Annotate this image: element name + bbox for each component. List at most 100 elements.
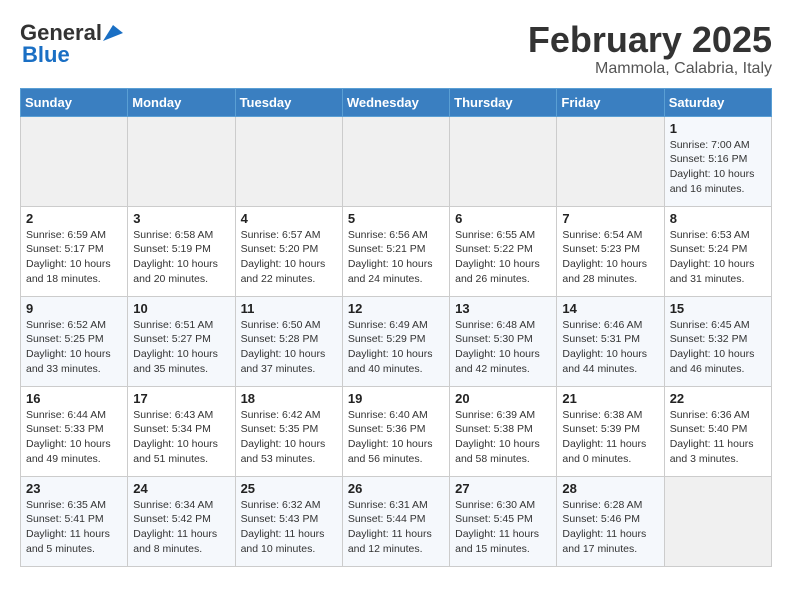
day-info: Sunrise: 6:31 AM Sunset: 5:44 PM Dayligh… — [348, 498, 444, 557]
calendar-cell: 15 Sunrise: 6:45 AM Sunset: 5:32 PM Dayli… — [664, 296, 771, 386]
day-info: Sunrise: 6:48 AM Sunset: 5:30 PM Dayligh… — [455, 318, 551, 377]
day-number: 18 — [241, 391, 337, 406]
calendar-cell: 11Sunrise: 6:50 AM Sunset: 5:28 PM Dayli… — [235, 296, 342, 386]
weekday-header-tuesday: Tuesday — [235, 88, 342, 116]
calendar-cell: 9 Sunrise: 6:52 AM Sunset: 5:25 PM Daylig… — [21, 296, 128, 386]
weekday-header-wednesday: Wednesday — [342, 88, 449, 116]
day-number: 23 — [26, 481, 122, 496]
day-info: Sunrise: 6:30 AM Sunset: 5:45 PM Dayligh… — [455, 498, 551, 557]
day-info: Sunrise: 6:34 AM Sunset: 5:42 PM Dayligh… — [133, 498, 229, 557]
day-number: 2 — [26, 211, 122, 226]
calendar-week-1: 1 Sunrise: 7:00 AM Sunset: 5:16 PM Daylig… — [21, 116, 772, 206]
weekday-header-sunday: Sunday — [21, 88, 128, 116]
day-info: Sunrise: 7:00 AM Sunset: 5:16 PM Dayligh… — [670, 138, 766, 197]
day-info: Sunrise: 6:58 AM Sunset: 5:19 PM Dayligh… — [133, 228, 229, 287]
day-number: 7 — [562, 211, 658, 226]
calendar-cell: 28Sunrise: 6:28 AM Sunset: 5:46 PM Dayli… — [557, 476, 664, 566]
day-number: 9 — [26, 301, 122, 316]
weekday-header-friday: Friday — [557, 88, 664, 116]
calendar-cell: 27 Sunrise: 6:30 AM Sunset: 5:45 PM Dayli… — [450, 476, 557, 566]
location-title: Mammola, Calabria, Italy — [528, 60, 772, 78]
calendar-cell: 5Sunrise: 6:56 AM Sunset: 5:21 PM Daylig… — [342, 206, 449, 296]
day-number: 27 — [455, 481, 551, 496]
calendar-cell: 22 Sunrise: 6:36 AM Sunset: 5:40 PM Dayli… — [664, 386, 771, 476]
calendar-cell — [128, 116, 235, 206]
calendar-cell: 6 Sunrise: 6:55 AM Sunset: 5:22 PM Daylig… — [450, 206, 557, 296]
day-info: Sunrise: 6:42 AM Sunset: 5:35 PM Dayligh… — [241, 408, 337, 467]
day-number: 16 — [26, 391, 122, 406]
title-block: February 2025 Mammola, Calabria, Italy — [528, 20, 772, 78]
day-number: 4 — [241, 211, 337, 226]
logo-blue-text: Blue — [22, 42, 70, 68]
calendar-week-3: 9 Sunrise: 6:52 AM Sunset: 5:25 PM Daylig… — [21, 296, 772, 386]
day-info: Sunrise: 6:57 AM Sunset: 5:20 PM Dayligh… — [241, 228, 337, 287]
day-number: 22 — [670, 391, 766, 406]
calendar-cell: 17 Sunrise: 6:43 AM Sunset: 5:34 PM Dayli… — [128, 386, 235, 476]
day-info: Sunrise: 6:59 AM Sunset: 5:17 PM Dayligh… — [26, 228, 122, 287]
day-info: Sunrise: 6:55 AM Sunset: 5:22 PM Dayligh… — [455, 228, 551, 287]
day-number: 1 — [670, 121, 766, 136]
day-info: Sunrise: 6:43 AM Sunset: 5:34 PM Dayligh… — [133, 408, 229, 467]
day-info: Sunrise: 6:51 AM Sunset: 5:27 PM Dayligh… — [133, 318, 229, 377]
day-info: Sunrise: 6:46 AM Sunset: 5:31 PM Dayligh… — [562, 318, 658, 377]
calendar-cell: 18 Sunrise: 6:42 AM Sunset: 5:35 PM Dayli… — [235, 386, 342, 476]
day-number: 10 — [133, 301, 229, 316]
calendar-week-2: 2 Sunrise: 6:59 AM Sunset: 5:17 PM Daylig… — [21, 206, 772, 296]
day-number: 20 — [455, 391, 551, 406]
weekday-header-monday: Monday — [128, 88, 235, 116]
day-info: Sunrise: 6:32 AM Sunset: 5:43 PM Dayligh… — [241, 498, 337, 557]
day-number: 21 — [562, 391, 658, 406]
day-info: Sunrise: 6:50 AM Sunset: 5:28 PM Dayligh… — [241, 318, 337, 377]
calendar-table: SundayMondayTuesdayWednesdayThursdayFrid… — [20, 88, 772, 567]
day-info: Sunrise: 6:52 AM Sunset: 5:25 PM Dayligh… — [26, 318, 122, 377]
day-info: Sunrise: 6:45 AM Sunset: 5:32 PM Dayligh… — [670, 318, 766, 377]
day-info: Sunrise: 6:40 AM Sunset: 5:36 PM Dayligh… — [348, 408, 444, 467]
calendar-week-5: 23 Sunrise: 6:35 AM Sunset: 5:41 PM Dayli… — [21, 476, 772, 566]
calendar-cell — [21, 116, 128, 206]
calendar-cell: 14Sunrise: 6:46 AM Sunset: 5:31 PM Dayli… — [557, 296, 664, 386]
day-info: Sunrise: 6:39 AM Sunset: 5:38 PM Dayligh… — [455, 408, 551, 467]
calendar-cell: 4 Sunrise: 6:57 AM Sunset: 5:20 PM Daylig… — [235, 206, 342, 296]
calendar-cell: 2 Sunrise: 6:59 AM Sunset: 5:17 PM Daylig… — [21, 206, 128, 296]
day-number: 12 — [348, 301, 444, 316]
day-number: 3 — [133, 211, 229, 226]
calendar-cell — [235, 116, 342, 206]
day-number: 6 — [455, 211, 551, 226]
day-info: Sunrise: 6:38 AM Sunset: 5:39 PM Dayligh… — [562, 408, 658, 467]
calendar-cell: 1 Sunrise: 7:00 AM Sunset: 5:16 PM Daylig… — [664, 116, 771, 206]
page-header: General Blue February 2025 Mammola, Cala… — [20, 20, 772, 78]
calendar-cell: 7 Sunrise: 6:54 AM Sunset: 5:23 PM Daylig… — [557, 206, 664, 296]
logo: General Blue — [20, 20, 123, 68]
calendar-cell: 19 Sunrise: 6:40 AM Sunset: 5:36 PM Dayli… — [342, 386, 449, 476]
calendar-cell: 26 Sunrise: 6:31 AM Sunset: 5:44 PM Dayli… — [342, 476, 449, 566]
day-info: Sunrise: 6:54 AM Sunset: 5:23 PM Dayligh… — [562, 228, 658, 287]
calendar-cell — [664, 476, 771, 566]
calendar-cell: 12Sunrise: 6:49 AM Sunset: 5:29 PM Dayli… — [342, 296, 449, 386]
calendar-cell: 10 Sunrise: 6:51 AM Sunset: 5:27 PM Dayli… — [128, 296, 235, 386]
day-info: Sunrise: 6:44 AM Sunset: 5:33 PM Dayligh… — [26, 408, 122, 467]
calendar-cell: 13Sunrise: 6:48 AM Sunset: 5:30 PM Dayli… — [450, 296, 557, 386]
weekday-header-thursday: Thursday — [450, 88, 557, 116]
calendar-cell — [557, 116, 664, 206]
calendar-cell: 23 Sunrise: 6:35 AM Sunset: 5:41 PM Dayli… — [21, 476, 128, 566]
calendar-cell: 8 Sunrise: 6:53 AM Sunset: 5:24 PM Daylig… — [664, 206, 771, 296]
day-number: 28 — [562, 481, 658, 496]
day-number: 15 — [670, 301, 766, 316]
day-number: 25 — [241, 481, 337, 496]
day-info: Sunrise: 6:53 AM Sunset: 5:24 PM Dayligh… — [670, 228, 766, 287]
day-info: Sunrise: 6:36 AM Sunset: 5:40 PM Dayligh… — [670, 408, 766, 467]
logo-icon — [103, 25, 123, 41]
day-number: 8 — [670, 211, 766, 226]
weekday-header-saturday: Saturday — [664, 88, 771, 116]
calendar-cell: 16 Sunrise: 6:44 AM Sunset: 5:33 PM Dayli… — [21, 386, 128, 476]
weekday-header-row: SundayMondayTuesdayWednesdayThursdayFrid… — [21, 88, 772, 116]
day-number: 26 — [348, 481, 444, 496]
day-number: 19 — [348, 391, 444, 406]
day-number: 17 — [133, 391, 229, 406]
calendar-cell: 25 Sunrise: 6:32 AM Sunset: 5:43 PM Dayli… — [235, 476, 342, 566]
calendar-cell — [342, 116, 449, 206]
day-info: Sunrise: 6:35 AM Sunset: 5:41 PM Dayligh… — [26, 498, 122, 557]
calendar-cell: 20 Sunrise: 6:39 AM Sunset: 5:38 PM Dayli… — [450, 386, 557, 476]
calendar-week-4: 16 Sunrise: 6:44 AM Sunset: 5:33 PM Dayli… — [21, 386, 772, 476]
calendar-cell: 21 Sunrise: 6:38 AM Sunset: 5:39 PM Dayli… — [557, 386, 664, 476]
